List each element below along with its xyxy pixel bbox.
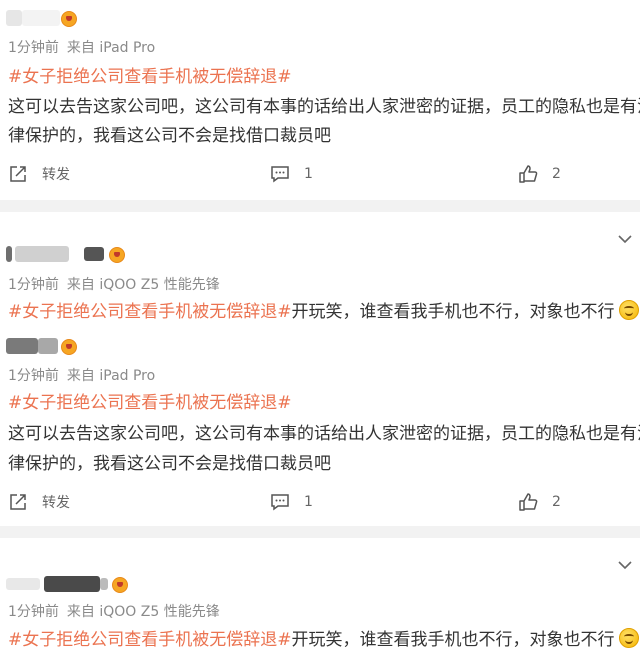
comment-icon — [271, 494, 289, 511]
repost-label: 转发 — [42, 495, 70, 511]
topic-hashtag[interactable]: #女子拒绝公司查看手机被无偿辞退# — [8, 62, 292, 87]
post-source: 来自 iQOO Z5 性能先锋 — [66, 604, 220, 620]
comment-icon — [271, 166, 289, 183]
post-text-line: #女子拒绝公司查看手机被无偿辞退#开玩笑，谁查看我手机也不行，对象也不行 — [8, 625, 639, 650]
repost-icon — [10, 494, 26, 510]
post-time: 1分钟前 — [8, 277, 59, 293]
post-text-line: 律保护的，我看这公司不会是找借口裁员吧 — [8, 126, 331, 146]
post-meta: 1分钟前 来自 iQOO Z5 性能先锋 — [8, 601, 220, 621]
repost-button[interactable]: 转发 — [8, 162, 70, 186]
topic-hashtag[interactable]: #女子拒绝公司查看手机被无偿辞退# — [8, 302, 292, 322]
action-bar: 转发 1 2 — [0, 162, 640, 186]
topic-hashtag[interactable]: #女子拒绝公司查看手机被无偿辞退# — [8, 630, 292, 650]
thumbs-up-icon — [519, 165, 538, 183]
action-bar: 转发 1 2 — [0, 490, 640, 514]
repost-label: 转发 — [42, 167, 70, 183]
blurred-username — [15, 246, 69, 262]
post-card: 1分钟前 来自 iPad Pro #女子拒绝公司查看手机被无偿辞退# 这可以去告这… — [0, 0, 640, 200]
post-source: 来自 iQOO Z5 性能先锋 — [66, 277, 220, 293]
chevron-down-icon[interactable] — [618, 560, 632, 570]
post-card: 1分钟前 来自 iPad Pro #女子拒绝公司查看手机被无偿辞退# 这可以去告这… — [0, 328, 640, 526]
vip-crown-badge-icon — [112, 577, 128, 593]
smile-emoji-icon — [618, 300, 639, 320]
repost-button[interactable]: 转发 — [8, 490, 70, 514]
post-time: 1分钟前 — [8, 368, 59, 384]
post-text-line: 律保护的，我看这公司不会是找借口裁员吧 — [8, 454, 331, 474]
vip-crown-badge-icon — [109, 247, 125, 263]
blurred-username — [100, 578, 108, 590]
post-meta: 1分钟前 来自 iPad Pro — [8, 37, 155, 57]
post-text-line: 这可以去告这家公司吧，这公司有本事的话给出人家泄密的证据，员工的隐私也是有法 — [8, 424, 640, 444]
post-text-line: 这可以去告这家公司吧，这公司有本事的话给出人家泄密的证据，员工的隐私也是有法 — [8, 97, 640, 117]
blurred-username — [44, 576, 100, 592]
comment-button[interactable]: 1 — [270, 162, 313, 186]
blurred-username — [6, 10, 22, 26]
repost-icon — [10, 166, 26, 182]
post-text: 开玩笑，谁查看我手机也不行，对象也不行 — [291, 630, 615, 650]
post-card: 1分钟前 来自 iQOO Z5 性能先锋 #女子拒绝公司查看手机被无偿辞退#开玩笑… — [0, 538, 640, 657]
chevron-down-icon[interactable] — [618, 234, 632, 244]
blurred-username — [22, 10, 60, 26]
comment-button[interactable]: 1 — [270, 490, 313, 514]
post-source: 来自 iPad Pro — [66, 368, 156, 384]
blurred-username — [38, 338, 58, 354]
post-text: 开玩笑，谁查看我手机也不行，对象也不行 — [291, 302, 615, 322]
blurred-username — [84, 247, 104, 261]
post-time: 1分钟前 — [8, 40, 59, 56]
smile-emoji-icon — [618, 628, 639, 648]
post-text-line: #女子拒绝公司查看手机被无偿辞退#开玩笑，谁查看我手机也不行，对象也不行 — [8, 297, 639, 322]
post-source: 来自 iPad Pro — [66, 40, 156, 56]
thumbs-up-icon — [519, 493, 538, 511]
post-time: 1分钟前 — [8, 604, 59, 620]
post-card: 1分钟前 来自 iQOO Z5 性能先锋 #女子拒绝公司查看手机被无偿辞退#开玩笑… — [0, 212, 640, 328]
blurred-username — [6, 578, 40, 590]
post-meta: 1分钟前 来自 iPad Pro — [8, 365, 155, 385]
blurred-username — [6, 338, 38, 354]
like-button[interactable]: 2 — [518, 490, 561, 514]
like-count: 2 — [552, 494, 561, 510]
blurred-username — [6, 246, 12, 262]
topic-hashtag[interactable]: #女子拒绝公司查看手机被无偿辞退# — [8, 388, 292, 413]
vip-crown-badge-icon — [61, 11, 77, 27]
comment-count: 1 — [304, 166, 313, 182]
like-button[interactable]: 2 — [518, 162, 561, 186]
comment-count: 1 — [304, 494, 313, 510]
like-count: 2 — [552, 166, 561, 182]
vip-crown-badge-icon — [61, 339, 77, 355]
post-meta: 1分钟前 来自 iQOO Z5 性能先锋 — [8, 274, 220, 294]
